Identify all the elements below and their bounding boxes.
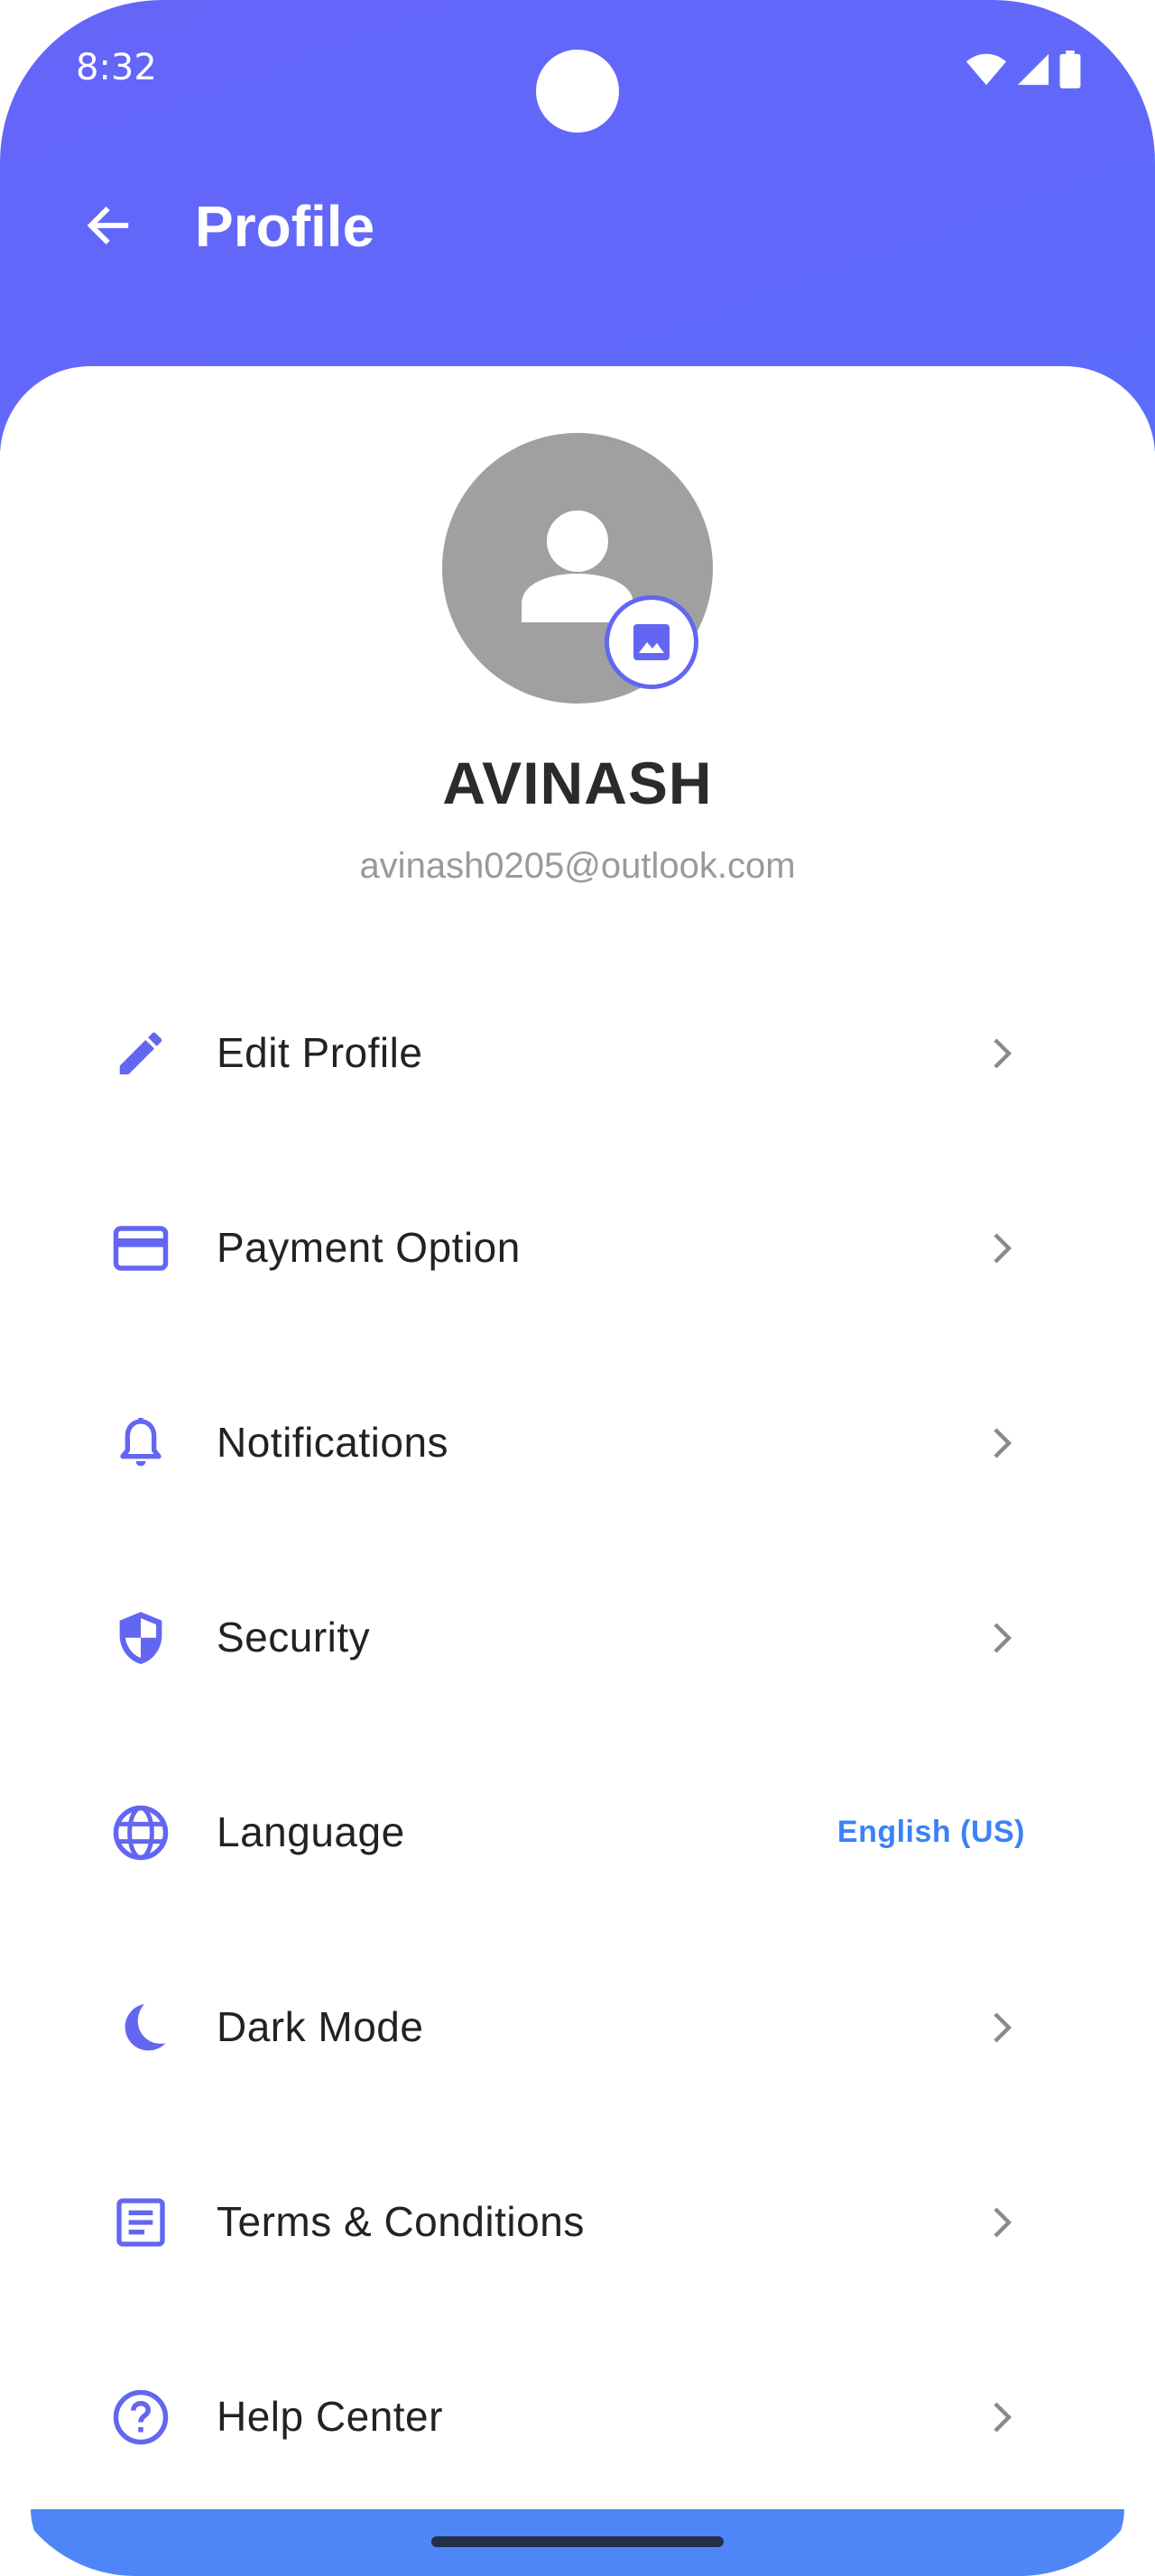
menu-item-edit-profile[interactable]: Edit Profile xyxy=(0,958,1155,1153)
chevron-right-icon xyxy=(993,2012,1012,2043)
menu-item-language[interactable]: Language English (US) xyxy=(0,1737,1155,1932)
chevron-right-icon xyxy=(993,1233,1012,1264)
chevron-right-icon xyxy=(993,1038,1012,1069)
toolbar: Profile xyxy=(0,171,1155,280)
status-time: 8:32 xyxy=(76,47,157,88)
chevron-right-icon xyxy=(993,2402,1012,2433)
menu-item-label: Payment Option xyxy=(217,1224,521,1271)
change-photo-button[interactable] xyxy=(605,595,698,689)
home-indicator[interactable] xyxy=(431,2536,724,2547)
user-email: avinash0205@outlook.com xyxy=(359,846,796,886)
phone-screen: 8:32 Profile AVINASH avinash0205@outlook… xyxy=(0,0,1155,2576)
menu-item-label: Security xyxy=(217,1614,371,1661)
menu-item-security[interactable]: Security xyxy=(0,1542,1155,1737)
help-circle-icon xyxy=(108,2385,173,2450)
settings-menu: Edit Profile Payment Option Notification… xyxy=(0,958,1155,2516)
menu-item-payment-option[interactable]: Payment Option xyxy=(0,1153,1155,1348)
menu-item-notifications[interactable]: Notifications xyxy=(0,1348,1155,1542)
globe-icon xyxy=(108,1800,173,1865)
image-icon xyxy=(633,624,670,660)
moon-icon xyxy=(108,1995,173,2060)
menu-item-label: Terms & Conditions xyxy=(217,2198,585,2245)
menu-item-label: Language xyxy=(217,1808,405,1855)
wifi-icon xyxy=(966,53,1007,86)
shield-icon xyxy=(108,1605,173,1670)
user-name: AVINASH xyxy=(442,750,713,816)
status-icons xyxy=(966,51,1081,88)
credit-card-icon xyxy=(108,1216,173,1281)
menu-item-dark-mode[interactable]: Dark Mode xyxy=(0,1932,1155,2127)
pencil-icon xyxy=(108,1021,173,1086)
back-button[interactable] xyxy=(72,189,144,262)
chevron-right-icon xyxy=(993,1623,1012,1653)
document-icon xyxy=(108,2190,173,2255)
menu-item-terms-conditions[interactable]: Terms & Conditions xyxy=(0,2127,1155,2322)
menu-item-help-center[interactable]: Help Center xyxy=(0,2322,1155,2516)
bell-icon xyxy=(108,1411,173,1476)
cellular-signal-icon xyxy=(1017,53,1049,86)
battery-icon xyxy=(1059,51,1081,88)
status-bar: 8:32 xyxy=(0,0,1155,135)
arrow-back-icon xyxy=(87,206,129,245)
chevron-right-icon xyxy=(993,1428,1012,1458)
menu-item-label: Notifications xyxy=(217,1419,449,1466)
menu-item-label: Dark Mode xyxy=(217,2003,424,2050)
camera-cutout xyxy=(536,50,619,133)
page-title: Profile xyxy=(195,194,375,259)
language-value: English (US) xyxy=(836,1815,1025,1849)
menu-item-label: Help Center xyxy=(217,2393,443,2440)
menu-item-label: Edit Profile xyxy=(217,1029,423,1076)
chevron-right-icon xyxy=(993,2207,1012,2238)
